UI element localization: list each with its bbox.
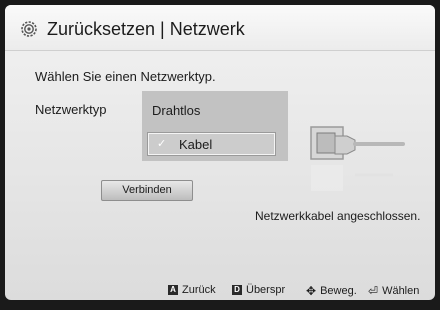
gear-icon bbox=[21, 21, 37, 37]
footer-move: ✥ Beweg. bbox=[306, 284, 357, 298]
instruction-text: Wählen Sie einen Netzwerktyp. bbox=[35, 69, 216, 84]
a-key-icon: A bbox=[168, 285, 178, 296]
footer-back-label: Zurück bbox=[182, 284, 216, 297]
footer-bar: A Zurück D Überspr ✥ Beweg. ⏎ Wählen bbox=[5, 282, 435, 300]
status-text: Netzwerkkabel angeschlossen. bbox=[255, 209, 421, 223]
enter-icon: ⏎ bbox=[368, 284, 379, 298]
page-title: Zurücksetzen | Netzwerk bbox=[47, 19, 245, 39]
footer-skip[interactable]: D Überspr bbox=[232, 284, 285, 296]
connect-button[interactable]: Verbinden bbox=[101, 180, 193, 201]
footer-select[interactable]: ⏎ Wählen bbox=[368, 284, 419, 298]
option-cable[interactable]: ✓ Kabel bbox=[148, 133, 275, 155]
footer-move-label: Beweg. bbox=[320, 285, 357, 297]
d-key-icon: D bbox=[232, 285, 242, 296]
network-reset-screen: Zurücksetzen | Netzwerk Wählen Sie einen… bbox=[5, 5, 435, 300]
footer-select-label: Wählen bbox=[382, 285, 420, 297]
option-wireless[interactable]: Drahtlos bbox=[152, 103, 200, 118]
header-bar: Zurücksetzen | Netzwerk bbox=[5, 5, 435, 51]
checkmark-icon: ✓ bbox=[157, 138, 167, 150]
arrows-icon: ✥ bbox=[306, 284, 317, 298]
option-cable-label: Kabel bbox=[179, 137, 213, 152]
network-type-label: Netzwerktyp bbox=[35, 102, 107, 117]
footer-skip-label: Überspr bbox=[246, 284, 286, 297]
network-cable-icon bbox=[310, 126, 405, 191]
footer-back[interactable]: A Zurück bbox=[168, 284, 216, 296]
